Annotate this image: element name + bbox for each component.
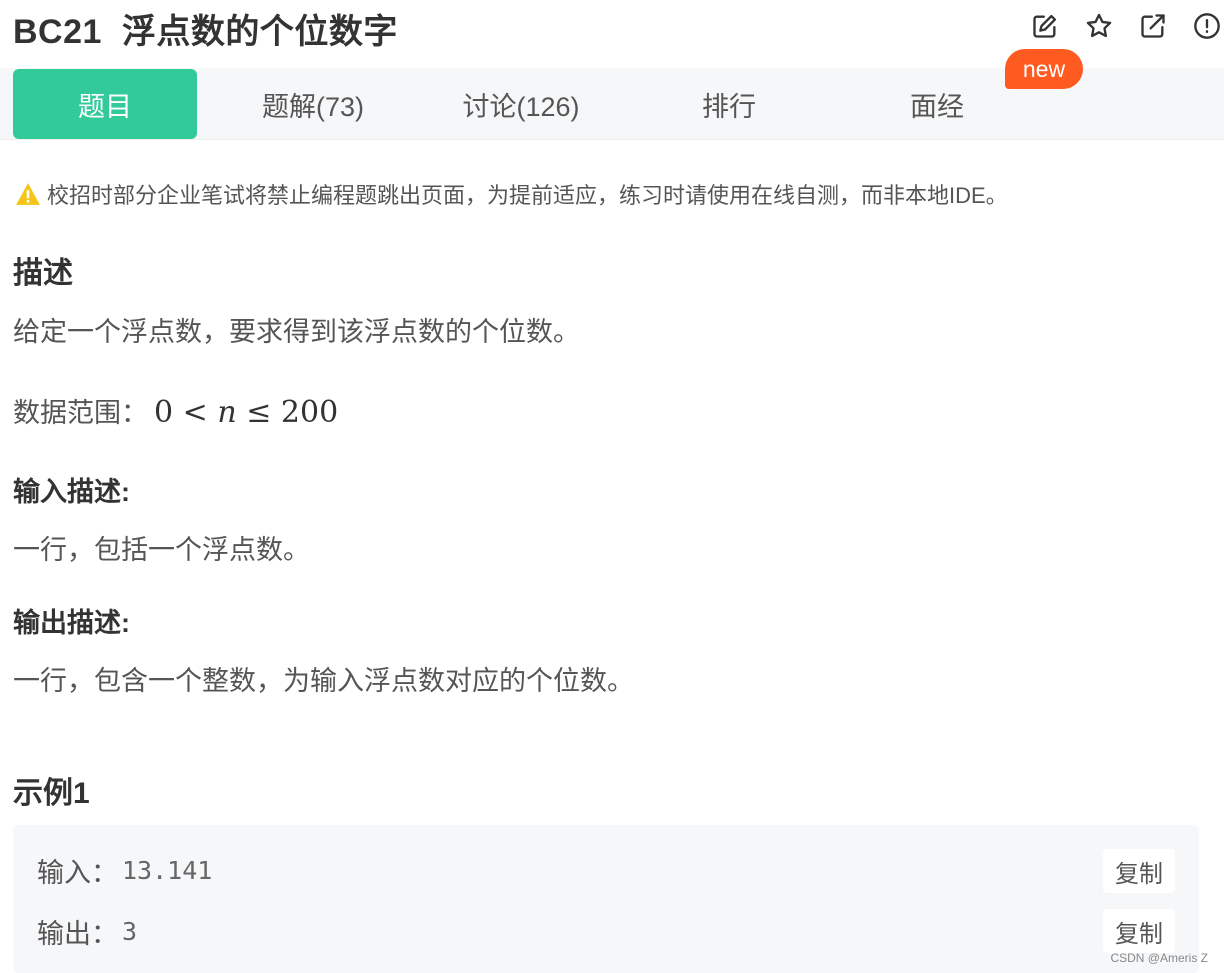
header-actions bbox=[1008, 9, 1224, 43]
example-heading: 示例1 bbox=[13, 777, 90, 810]
copy-input-button[interactable]: 复制 bbox=[1103, 849, 1175, 893]
new-badge: new bbox=[1005, 49, 1083, 89]
tab-solutions[interactable]: 题解(73) bbox=[218, 69, 408, 139]
example-box: 输入： 13.141 复制 输出： 3 复制 bbox=[13, 825, 1199, 973]
description-heading: 描述 bbox=[13, 257, 73, 290]
problem-code: BC21 bbox=[13, 13, 102, 51]
data-range: 数据范围： 0 < n ≤ 200 bbox=[13, 391, 338, 430]
example-output-value: 3 bbox=[122, 917, 138, 946]
output-text: 一行，包含一个整数，为输入浮点数对应的个位数。 bbox=[13, 666, 634, 696]
problem-title: BC21 浮点数的个位数字 bbox=[13, 4, 398, 53]
input-heading: 输入描述: bbox=[13, 477, 130, 507]
tab-ranking[interactable]: 排行 bbox=[634, 69, 824, 139]
example-input-row: 输入： 13.141 bbox=[37, 851, 212, 890]
edit-icon[interactable] bbox=[1028, 9, 1062, 43]
report-icon[interactable] bbox=[1190, 9, 1224, 43]
input-text: 一行，包括一个浮点数。 bbox=[13, 535, 310, 565]
exam-notice: 校招时部分企业笔试将禁止编程题跳出页面，为提前适应，练习时请使用在线自测，而非本… bbox=[15, 178, 1008, 210]
description-text: 给定一个浮点数，要求得到该浮点数的个位数。 bbox=[13, 317, 580, 347]
output-heading: 输出描述: bbox=[13, 608, 130, 638]
example-output-row: 输出： 3 bbox=[37, 912, 137, 951]
notice-text: 校招时部分企业笔试将禁止编程题跳出页面，为提前适应，练习时请使用在线自测，而非本… bbox=[47, 183, 1008, 208]
tab-problem[interactable]: 题目 bbox=[13, 69, 197, 139]
share-icon[interactable] bbox=[1136, 9, 1170, 43]
page-header: BC21 浮点数的个位数字 bbox=[0, 0, 1224, 56]
data-range-label: 数据范围： bbox=[13, 398, 148, 428]
warning-icon bbox=[16, 183, 40, 205]
data-range-formula: 0 < n ≤ 200 bbox=[154, 395, 339, 430]
problem-name: 浮点数的个位数字 bbox=[121, 13, 398, 51]
example-input-label: 输入： bbox=[37, 858, 118, 888]
example-input-value: 13.141 bbox=[122, 856, 213, 885]
example-output-label: 输出： bbox=[37, 919, 118, 949]
tab-interview[interactable]: 面经 bbox=[842, 69, 1032, 139]
copy-output-button[interactable]: 复制 bbox=[1103, 909, 1175, 953]
tab-discussion[interactable]: 讨论(126) bbox=[424, 69, 618, 139]
star-icon[interactable] bbox=[1082, 9, 1116, 43]
watermark: CSDN @Ameris Z bbox=[1110, 951, 1208, 965]
